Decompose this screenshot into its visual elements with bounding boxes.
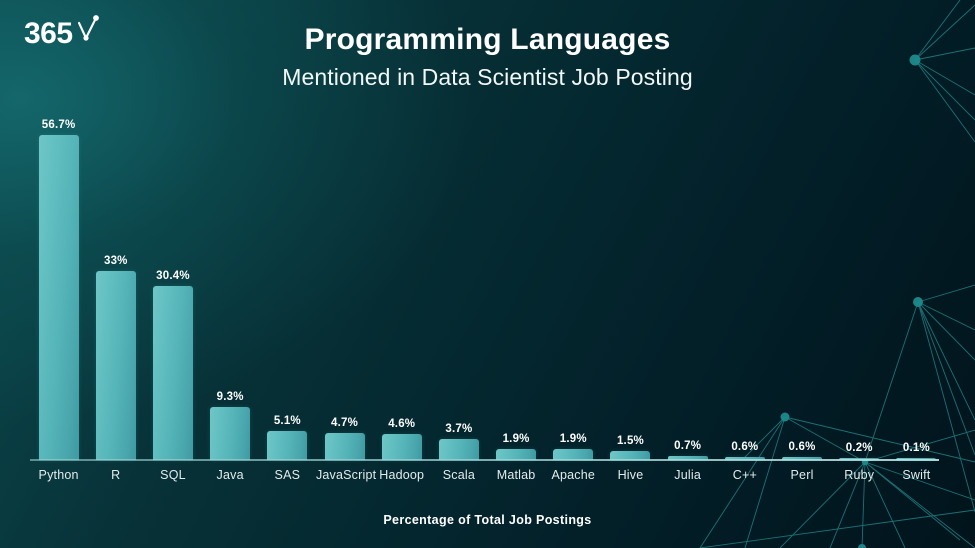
x-axis-label-hive: Hive	[617, 468, 644, 482]
title-block: Programming Languages Mentioned in Data …	[0, 22, 975, 91]
x-axis-label-swift: Swift	[902, 468, 931, 482]
bar-group[interactable]: 0.2%	[839, 108, 880, 460]
x-axis-label-scala: Scala	[442, 468, 476, 482]
x-axis-label-julia: Julia	[674, 468, 702, 482]
bar-value-label: 33%	[103, 254, 128, 267]
bar[interactable]	[152, 285, 193, 460]
bar-value-label: 4.6%	[388, 417, 416, 430]
bar-group[interactable]: 3.7%	[438, 108, 479, 460]
bar[interactable]	[438, 438, 479, 460]
x-axis-labels: Python R SQL Java SAS JavaScript Hadoop Scala Ma…	[30, 468, 945, 494]
x-axis-label-ruby: Ruby	[844, 468, 875, 482]
bar-value-label: 9.3%	[216, 390, 244, 403]
bar[interactable]	[381, 433, 422, 460]
x-axis-label-c-: C++	[732, 468, 757, 482]
bar-group[interactable]: 0.6%	[724, 108, 765, 460]
bar[interactable]	[267, 430, 308, 460]
bar-value-label: 0.6%	[788, 440, 816, 453]
page-title: Programming Languages	[304, 23, 671, 56]
bar-group[interactable]: 9.3%	[210, 108, 251, 460]
bar-value-label: 1.9%	[502, 433, 530, 446]
chart-caption: Percentage of Total Job Postings	[383, 513, 592, 527]
bar-group[interactable]: 1.9%	[496, 108, 537, 460]
bar-value-label: 1.5%	[616, 435, 644, 448]
bar-group[interactable]: 33%	[95, 108, 136, 460]
bar-value-label: 3.7%	[445, 422, 473, 435]
bar-group[interactable]: 0.1%	[896, 108, 937, 460]
bar[interactable]	[324, 433, 365, 460]
bar-group[interactable]: 4.7%	[324, 108, 365, 460]
bar-group[interactable]: 30.4%	[152, 108, 193, 460]
bar-group[interactable]: 0.6%	[782, 108, 823, 460]
bar-value-label: 4.7%	[331, 417, 359, 430]
bar[interactable]	[95, 270, 136, 460]
bar-value-label: 0.7%	[674, 440, 702, 452]
page-subtitle: Mentioned in Data Scientist Job Posting	[282, 63, 693, 90]
bar-value-label: 30.4%	[156, 269, 190, 282]
bar-group[interactable]: 4.6%	[381, 108, 422, 460]
bar-value-label: 0.2%	[845, 442, 873, 454]
bar[interactable]	[38, 135, 79, 460]
bar[interactable]	[210, 406, 251, 460]
x-axis-label-java: Java	[216, 468, 244, 482]
bar-value-label: 5.1%	[273, 414, 301, 427]
bar-group[interactable]: 1.5%	[610, 108, 651, 460]
x-axis-label-python: Python	[38, 468, 79, 482]
x-axis-label-matlab: Matlab	[496, 468, 536, 482]
bar-group[interactable]: 5.1%	[267, 108, 308, 460]
x-axis-label-sas: SAS	[274, 468, 301, 482]
bar-group[interactable]: 0.7%	[667, 108, 708, 460]
x-axis-label-perl: Perl	[790, 468, 814, 482]
chart-plot-area: 56.7% 33% 30.4% 9.3% 5.1% 4.7% 4.6% 3.7% 1.9% 1.9…	[30, 108, 945, 460]
bar-value-label: 0.6%	[731, 440, 759, 453]
bar-value-label: 0.1%	[902, 442, 930, 454]
x-axis-label-hadoop: Hadoop	[379, 468, 425, 482]
slide-canvas: 365 Programming Languages Mentioned in D…	[0, 0, 975, 548]
bar-chart: 56.7% 33% 30.4% 9.3% 5.1% 4.7% 4.6% 3.7% 1.9% 1.9…	[30, 108, 945, 460]
bar-value-label: 1.9%	[559, 433, 587, 446]
x-axis-label-sql: SQL	[160, 468, 186, 482]
x-axis-line	[30, 459, 939, 461]
bar-value-label: 56.7%	[41, 119, 76, 131]
bar-group[interactable]: 56.7%	[38, 108, 79, 460]
bar-group[interactable]: 1.9%	[553, 108, 594, 460]
x-axis-label-javascript: JavaScript	[315, 468, 377, 482]
x-axis-label-r: R	[111, 468, 121, 482]
x-axis-label-apache: Apache	[551, 468, 596, 482]
